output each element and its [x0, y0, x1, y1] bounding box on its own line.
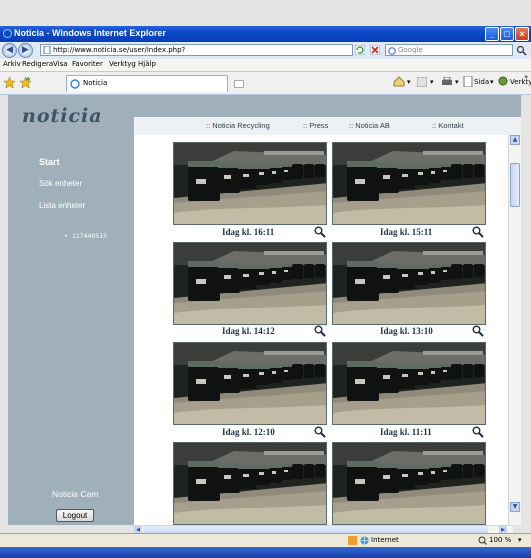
home-icon[interactable]	[393, 76, 405, 87]
camera-image[interactable]	[173, 242, 327, 325]
taskbar	[0, 547, 531, 558]
web-page: noticia :: Noticia Recycling :: Press ::…	[8, 95, 521, 525]
menu-item-favoriter[interactable]: Favoriter	[72, 60, 103, 68]
menu-item-visa[interactable]: Visa	[53, 60, 68, 68]
image-caption: Idag kl. 16:11	[222, 227, 275, 237]
address-row: ◀ ▶ http://www.noticia.se/user/index.php…	[0, 42, 531, 59]
sidebar-item-start[interactable]: Start	[39, 157, 60, 167]
close-button[interactable]: ×	[515, 27, 529, 41]
search-placeholder: Google	[398, 46, 423, 54]
camera-snapshot	[174, 443, 327, 525]
print-icon[interactable]	[441, 77, 453, 87]
scroll-up-arrow[interactable]: ▲	[510, 135, 520, 145]
camera-snapshot	[174, 143, 327, 225]
back-button[interactable]: ◀	[2, 43, 17, 58]
unit-id: 117440515	[71, 232, 108, 240]
camera-snapshot	[333, 243, 486, 325]
image-caption: Idag kl. 13:10	[380, 326, 433, 336]
menu-item-redigera[interactable]: Redigera	[22, 60, 53, 68]
address-field[interactable]: http://www.noticia.se/user/index.php?	[40, 44, 353, 56]
search-field[interactable]: Google	[385, 44, 513, 56]
noticia-cam-label: Noticia Cam	[52, 489, 99, 499]
page-menu-icon	[463, 76, 473, 87]
image-caption: Idag kl. 15:11	[380, 227, 433, 237]
menu-bar: Arkiv Redigera Visa Favoriter Verktyg Hj…	[0, 59, 531, 72]
scroll-thumb[interactable]	[510, 163, 520, 207]
favorites-star-icon[interactable]	[4, 77, 15, 88]
forward-button[interactable]: ▶	[18, 43, 33, 58]
menu-item-hjalp[interactable]: Hjälp	[138, 60, 156, 68]
camera-snapshot	[174, 343, 327, 425]
zoom-icon[interactable]	[314, 226, 326, 238]
camera-snapshot	[333, 143, 486, 225]
menu-item-arkiv[interactable]: Arkiv	[3, 60, 21, 68]
zoom-icon[interactable]	[314, 325, 326, 337]
add-favorite-icon[interactable]	[20, 77, 31, 88]
feeds-icon[interactable]	[417, 77, 427, 87]
zoom-dropdown[interactable]: ▾	[518, 536, 522, 544]
tab-noticia[interactable]: Noticia	[66, 75, 228, 92]
page-menu[interactable]: Sida	[474, 78, 489, 86]
zoom-icon[interactable]	[472, 325, 484, 337]
camera-gallery: Idag kl. 16:11 Idag kl. 15:11 Idag kl. 1…	[134, 135, 508, 525]
minimize-button[interactable]: _	[485, 27, 499, 41]
tab-label: Noticia	[83, 79, 108, 87]
image-caption: Idag kl. 12:10	[222, 427, 275, 437]
vertical-scrollbar[interactable]: ▲ ▼	[508, 135, 521, 525]
image-caption: Idag kl. 11:11	[380, 427, 432, 437]
google-icon	[388, 47, 396, 55]
camera-snapshot	[333, 343, 486, 425]
tab-bar: Noticia ▾ ▾ ▾ Sida ▾ Verktyg »	[0, 72, 531, 95]
window-title: Noticia - Windows Internet Explorer	[14, 28, 166, 38]
camera-image[interactable]	[332, 342, 486, 425]
toolbar-overflow[interactable]: »	[524, 73, 528, 81]
page-menu-dropdown[interactable]: ▾	[490, 78, 494, 86]
ie-logo-icon	[3, 29, 12, 38]
maximize-button[interactable]: □	[500, 27, 514, 41]
stop-icon[interactable]	[370, 45, 380, 55]
zoom-level-icon[interactable]	[478, 536, 487, 545]
page-icon	[43, 46, 51, 54]
feeds-dropdown[interactable]: ▾	[430, 78, 434, 86]
tools-gear-icon	[498, 76, 508, 86]
print-dropdown[interactable]: ▾	[455, 78, 459, 86]
scroll-down-arrow[interactable]: ▼	[510, 502, 520, 512]
nav-noticia-ab[interactable]: :: Noticia AB	[349, 121, 390, 130]
zoom-icon[interactable]	[472, 426, 484, 438]
unit-list-item[interactable]: • 117440515	[64, 232, 107, 240]
title-bar: Noticia - Windows Internet Explorer _ □ …	[0, 26, 531, 42]
new-tab-button[interactable]	[234, 80, 244, 88]
image-caption: Idag kl. 14:12	[222, 326, 275, 336]
camera-image[interactable]	[332, 142, 486, 225]
top-nav: :: Noticia Recycling :: Press :: Noticia…	[134, 117, 521, 135]
zoom-icon[interactable]	[314, 426, 326, 438]
home-dropdown[interactable]: ▾	[407, 78, 411, 86]
nav-kontakt[interactable]: :: Kontakt	[432, 121, 464, 130]
protected-mode-icon	[348, 536, 357, 545]
nav-press[interactable]: :: Press	[303, 121, 328, 130]
address-url: http://www.noticia.se/user/index.php?	[53, 46, 186, 54]
camera-image[interactable]	[332, 442, 486, 525]
status-bar: Internet 100 % ▾	[0, 533, 531, 548]
camera-image[interactable]	[173, 442, 327, 525]
camera-image[interactable]	[173, 142, 327, 225]
ie-tab-icon	[70, 79, 80, 89]
logout-button[interactable]: Logout	[56, 509, 94, 522]
sidebar-item-list-units[interactable]: Lista enheter	[39, 201, 85, 210]
camera-image[interactable]	[173, 342, 327, 425]
sidebar-item-search-units[interactable]: Sök enheter	[39, 179, 82, 188]
camera-image[interactable]	[332, 242, 486, 325]
sidebar	[8, 95, 134, 525]
internet-globe-icon	[360, 536, 369, 545]
zone-label: Internet	[371, 536, 399, 544]
menu-item-verktyg[interactable]: Verktyg	[109, 60, 136, 68]
zoom-level[interactable]: 100 %	[489, 536, 511, 544]
refresh-icon[interactable]	[355, 45, 365, 55]
camera-snapshot	[333, 443, 486, 525]
camera-snapshot	[174, 243, 327, 325]
zoom-icon[interactable]	[472, 226, 484, 238]
site-logo[interactable]: noticia	[22, 105, 103, 127]
nav-noticia-recycling[interactable]: :: Noticia Recycling	[206, 121, 270, 130]
search-icon[interactable]	[516, 45, 527, 56]
